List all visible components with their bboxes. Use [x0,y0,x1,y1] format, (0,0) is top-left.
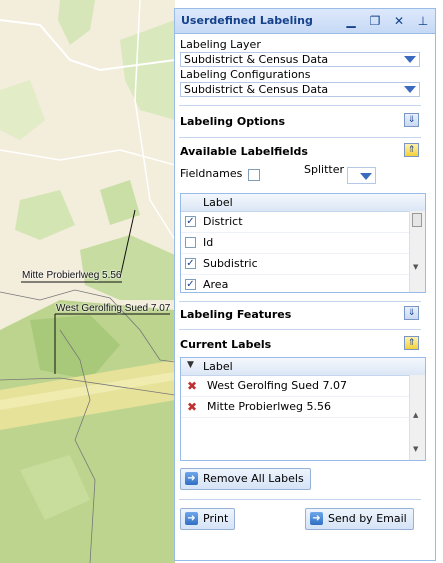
list-item[interactable]: ✓ Subdistric [181,254,425,275]
chevron-down-icon[interactable] [404,56,416,63]
scrollbar-thumb[interactable] [412,213,422,227]
send-by-email-button[interactable]: ➜ Send by Email [305,508,414,530]
grid-header-label[interactable]: Label [203,360,233,373]
arrow-right-icon: ➜ [310,512,323,525]
arrow-right-icon: ➜ [185,512,198,525]
labeling-config-value: Subdistrict & Census Data [184,83,329,96]
chevron-down-icon[interactable] [404,86,416,93]
labelfield-checkbox-district[interactable]: ✓ [185,216,196,227]
chevron-down-icon[interactable] [360,173,372,180]
vertical-scrollbar[interactable]: ▲ ▼ [409,375,425,460]
map-view[interactable]: Mitte Probierlweg 5.56 West Gerolfing Su… [0,0,175,563]
labeling-options-heading: Labeling Options [180,115,286,128]
collapse-labelfields-button[interactable]: ⇑ [404,143,419,157]
expand-labeling-options-button[interactable]: ⇓ [404,113,419,127]
close-icon[interactable]: ✕ [391,13,407,29]
separator [179,137,421,138]
collapse-current-labels-button[interactable]: ⇑ [404,336,419,350]
panel-title: Userdefined Labeling [181,14,313,27]
scroll-down-icon[interactable]: ▼ [413,445,418,453]
sort-icon[interactable]: ▼ [187,360,194,370]
remove-all-labels-button[interactable]: ➜ Remove All Labels [180,468,311,490]
panel-titlebar: Userdefined Labeling ▁ ❐ ✕ ⊥ [175,9,435,34]
labeling-config-select[interactable]: Subdistrict & Census Data [180,82,420,97]
fieldnames-checkbox[interactable] [248,169,260,181]
fieldnames-label: Fieldnames [180,167,243,180]
labelfield-checkbox-area[interactable]: ✓ [185,279,196,290]
labeling-config-label: Labeling Configurations [180,68,311,81]
available-labelfields-heading: Available Labelfields [180,145,308,158]
labeling-layer-value: Subdistrict & Census Data [184,53,329,66]
minimize-icon[interactable]: ▁ [343,13,359,29]
labeling-panel: Userdefined Labeling ▁ ❐ ✕ ⊥ Labeling La… [174,8,436,561]
vertical-scrollbar[interactable]: ▼ [409,211,425,292]
table-row[interactable]: ✖ Mitte Probierlweg 5.56 [181,397,425,418]
map-canvas[interactable] [0,0,175,563]
arrow-right-icon: ➜ [185,472,198,485]
labeling-features-heading: Labeling Features [180,308,292,321]
scroll-down-icon[interactable]: ▼ [413,263,418,271]
grid-header: ▼ Label [181,358,425,376]
print-button[interactable]: ➜ Print [180,508,236,530]
grid-header-label[interactable]: Label [203,196,233,209]
labeling-layer-label: Labeling Layer [180,38,261,51]
pin-icon[interactable]: ⊥ [415,13,431,29]
labelfield-checkbox-subdistric[interactable]: ✓ [185,258,196,269]
separator [179,105,421,106]
separator [179,499,421,500]
scroll-up-icon[interactable]: ▲ [413,411,418,419]
map-label-west-gerolfing: West Gerolfing Sued 7.07 [56,303,171,314]
separator [179,329,421,330]
list-item[interactable]: ✓ Area [181,275,425,292]
splitter-label: Splitter [304,163,344,176]
expand-labeling-features-button[interactable]: ⇓ [404,306,419,320]
labelfields-grid: Label ✓ District Id ✓ Subdistric ✓ Area … [180,193,426,293]
labeling-layer-select[interactable]: Subdistrict & Census Data [180,52,420,67]
delete-icon[interactable]: ✖ [187,379,197,393]
delete-icon[interactable]: ✖ [187,400,197,414]
grid-header: Label [181,194,425,212]
current-labels-grid: ▼ Label ✖ West Gerolfing Sued 7.07 ✖ Mit… [180,357,426,461]
restore-icon[interactable]: ❐ [367,13,383,29]
table-row[interactable]: ✖ West Gerolfing Sued 7.07 [181,376,425,397]
splitter-select[interactable] [347,167,376,184]
list-item[interactable]: ✓ District [181,212,425,233]
current-labels-heading: Current Labels [180,338,272,351]
separator [179,301,421,302]
map-label-mitte: Mitte Probierlweg 5.56 [22,270,122,281]
list-item[interactable]: Id [181,233,425,254]
labelfield-checkbox-id[interactable] [185,237,196,248]
